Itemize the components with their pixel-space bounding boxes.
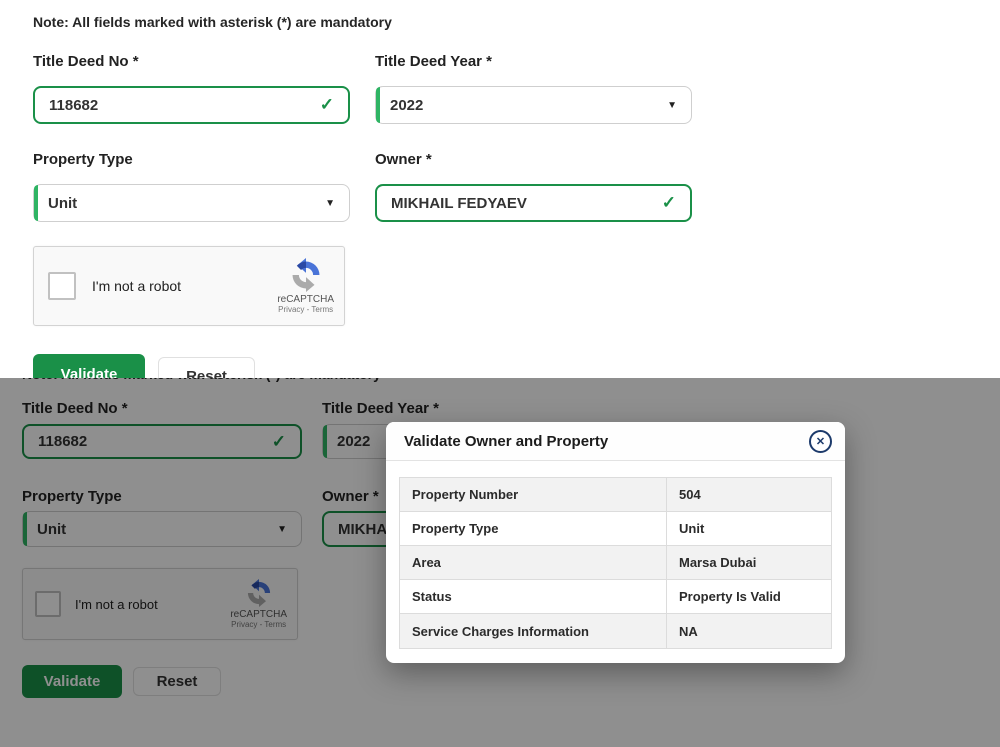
recaptcha-checkbox[interactable] <box>48 272 76 300</box>
row-value: Marsa Dubai <box>667 546 831 579</box>
recaptcha-swirl-icon <box>289 258 323 292</box>
title-deed-year-value: 2022 <box>390 97 659 114</box>
reset-button[interactable]: Reset <box>158 357 255 378</box>
title-deed-no-value: 118682 <box>49 97 312 114</box>
title-deed-year-select[interactable]: 2022 ▼ <box>375 86 692 124</box>
recaptcha-logo: reCAPTCHA Privacy - Terms <box>277 258 334 314</box>
title-deed-year-label: Title Deed Year * <box>375 53 492 70</box>
owner-input[interactable]: MIKHAIL FEDYAEV ✓ <box>375 184 692 222</box>
owner-label: Owner * <box>375 151 432 168</box>
validate-button[interactable]: Validate <box>33 354 145 378</box>
row-value: Unit <box>667 512 831 545</box>
title-deed-no-input[interactable]: 118682 ✓ <box>33 86 350 124</box>
valid-check-icon: ✓ <box>662 193 676 213</box>
recaptcha-privacy-terms-links[interactable]: Privacy - Terms <box>278 305 333 314</box>
dimmed-form-section: Note: All fields marked with asterisk (*… <box>0 378 1000 747</box>
table-row: Property Type Unit <box>400 512 831 546</box>
form-section-original: Note: All fields marked with asterisk (*… <box>0 0 1000 378</box>
chevron-down-icon: ▼ <box>667 100 677 111</box>
property-type-label: Property Type <box>33 151 133 168</box>
table-row: Area Marsa Dubai <box>400 546 831 580</box>
recaptcha-brand: reCAPTCHA <box>277 294 334 305</box>
mandatory-note: Note: All fields marked with asterisk (*… <box>33 14 392 30</box>
row-value: Property Is Valid <box>667 580 831 613</box>
recaptcha-label: I'm not a robot <box>92 278 277 294</box>
modal-header: Validate Owner and Property ✕ <box>386 422 845 461</box>
table-row: Property Number 504 <box>400 478 831 512</box>
recaptcha-widget: I'm not a robot reCAPTCHA Privacy - Term… <box>33 246 345 326</box>
row-value: 504 <box>667 478 831 511</box>
row-label: Property Number <box>400 478 667 511</box>
table-row: Service Charges Information NA <box>400 614 831 648</box>
validation-result-table: Property Number 504 Property Type Unit A… <box>399 477 832 649</box>
row-label: Service Charges Information <box>400 614 667 648</box>
row-label: Property Type <box>400 512 667 545</box>
close-icon[interactable]: ✕ <box>809 430 832 453</box>
valid-check-icon: ✓ <box>320 95 334 115</box>
row-label: Area <box>400 546 667 579</box>
table-row: Status Property Is Valid <box>400 580 831 614</box>
validation-result-modal: Validate Owner and Property ✕ Property N… <box>386 422 845 663</box>
chevron-down-icon: ▼ <box>325 198 335 209</box>
modal-title: Validate Owner and Property <box>404 433 608 450</box>
property-validation-page: Note: All fields marked with asterisk (*… <box>0 0 1000 747</box>
row-value: NA <box>667 614 831 648</box>
owner-value: MIKHAIL FEDYAEV <box>391 195 654 212</box>
title-deed-no-label: Title Deed No * <box>33 53 139 70</box>
property-type-value: Unit <box>48 195 317 212</box>
property-type-select[interactable]: Unit ▼ <box>33 184 350 222</box>
row-label: Status <box>400 580 667 613</box>
